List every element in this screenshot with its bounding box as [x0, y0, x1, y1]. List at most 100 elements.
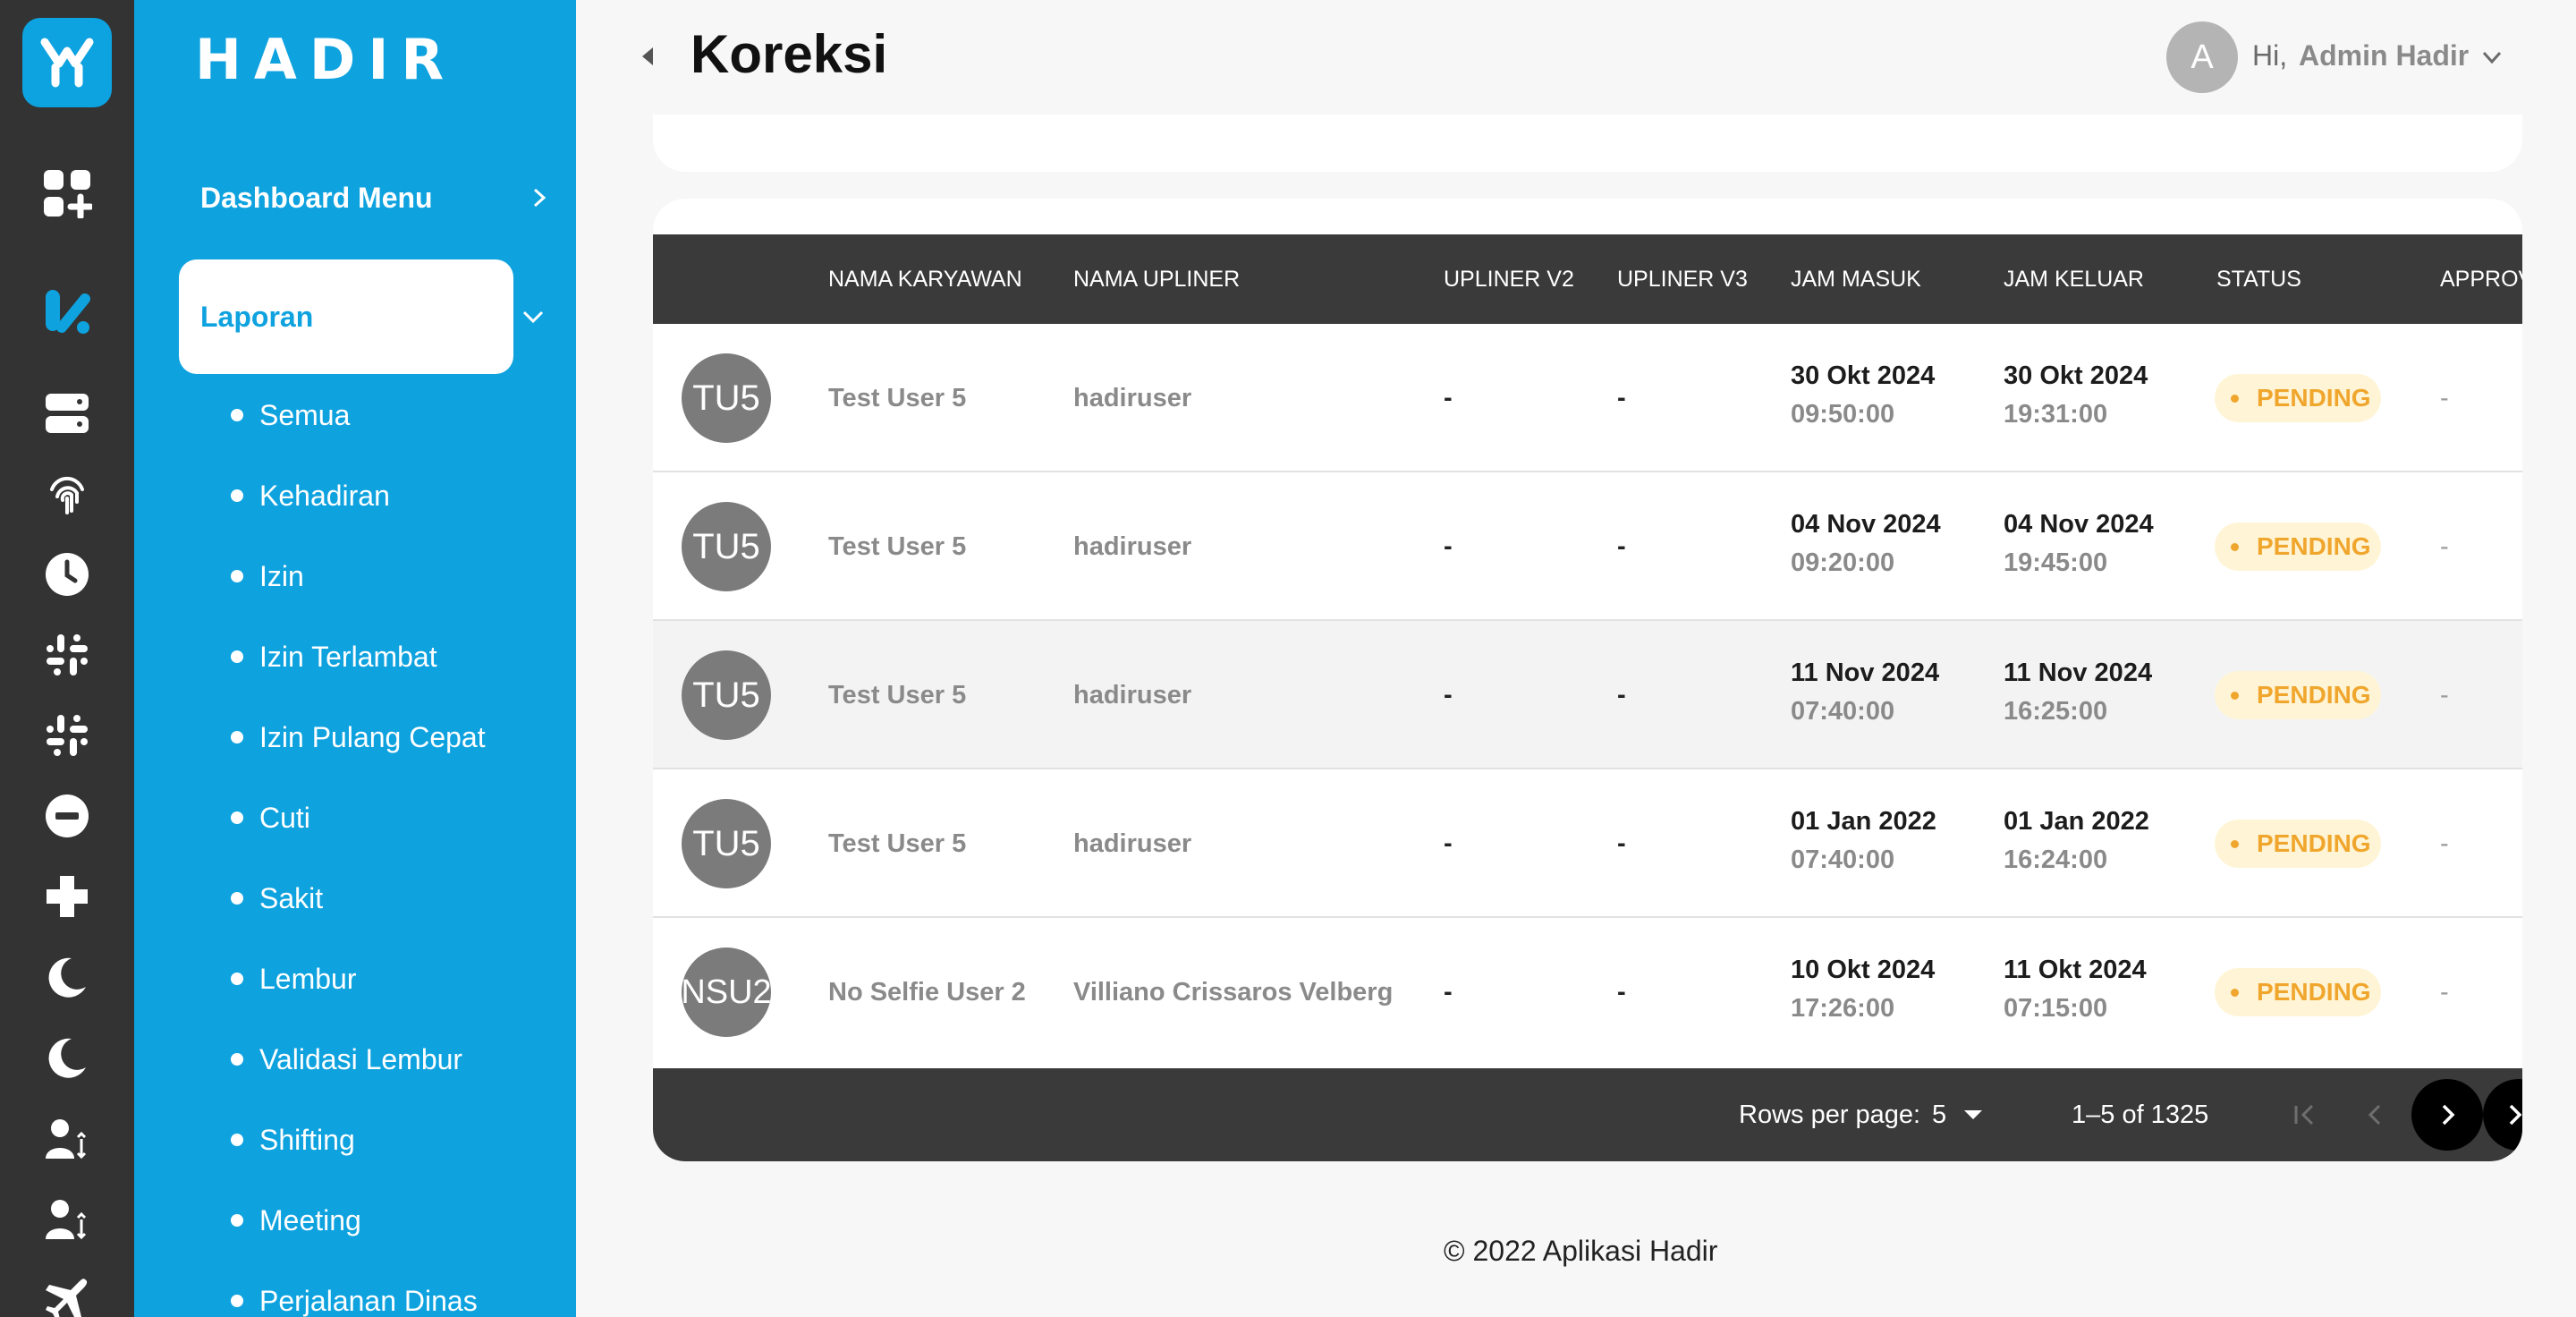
- sidebar-subitem-izin[interactable]: Izin: [231, 554, 304, 599]
- table-row[interactable]: TU5 Test User 5 hadiruser - - 04 Nov 202…: [653, 472, 2522, 621]
- sidebar-subitem-sakit[interactable]: Sakit: [231, 876, 323, 921]
- next-page-button[interactable]: [2411, 1079, 2483, 1151]
- sidebar-subitem-perjalanan-dinas[interactable]: Perjalanan Dinas: [231, 1279, 478, 1317]
- first-page-icon: [2294, 1104, 2314, 1126]
- cell-jam-keluar: 04 Nov 2024 19:45:00: [2004, 510, 2154, 578]
- sidebar-subitem-label: Izin Terlambat: [259, 640, 437, 673]
- cell-jam-keluar: 11 Okt 2024 07:15:00: [2004, 956, 2147, 1024]
- bullet-dot: [231, 409, 243, 421]
- cell-approv: -: [2440, 680, 2449, 709]
- sidebar-subitem-izin-pulang-cepat[interactable]: Izin Pulang Cepat: [231, 715, 486, 760]
- airplane-icon[interactable]: [40, 1272, 94, 1317]
- status-label: PENDING: [2257, 681, 2371, 709]
- moon-icon[interactable]: [40, 950, 94, 1004]
- slack-icon[interactable]: [40, 628, 94, 682]
- collapse-sidebar-icon[interactable]: [639, 45, 657, 68]
- sidebar-subitem-validasi-lembur[interactable]: Validasi Lembur: [231, 1037, 462, 1082]
- sidebar-item-laporan[interactable]: Laporan: [179, 259, 513, 374]
- rows-per-page-label: Rows per page:: [1739, 1100, 1921, 1129]
- chevron-down-icon[interactable]: [517, 301, 549, 333]
- sidebar-subitem-label: Izin: [259, 559, 304, 592]
- chevron-right-icon: [2442, 1104, 2455, 1126]
- table-row[interactable]: NSU2 No Selfie User 2 Villiano Crissaros…: [653, 918, 2522, 1066]
- dashboard-grid-icon[interactable]: [40, 166, 94, 220]
- icon-rail: [0, 0, 134, 1317]
- moon-icon[interactable]: [40, 1031, 94, 1084]
- date-text: 11 Nov 2024: [2004, 658, 2153, 687]
- time-text: 07:40:00: [1791, 697, 1895, 726]
- fingerprint-icon[interactable]: [40, 467, 94, 521]
- status-badge: PENDING: [2215, 374, 2381, 422]
- col-header-upliner-v2[interactable]: UPLINER V2: [1444, 234, 1574, 324]
- col-header-approv[interactable]: APPROV: [2440, 234, 2522, 324]
- cell-upliner-v2: -: [1444, 383, 1453, 412]
- bullet-dot: [231, 489, 243, 502]
- rows-per-page-select[interactable]: 5: [1932, 1068, 1983, 1161]
- col-header-nama-karyawan[interactable]: NAMA KARYAWAN: [828, 234, 1022, 324]
- bullet-dot: [231, 570, 243, 582]
- cell-approv: -: [2440, 531, 2449, 561]
- table-header: NAMA KARYAWAN NAMA UPLINER UPLINER V2 UP…: [653, 234, 2522, 324]
- user-transfer-icon[interactable]: [40, 1194, 94, 1247]
- user-transfer-icon[interactable]: [40, 1113, 94, 1167]
- bullet-dot: [231, 731, 243, 743]
- time-text: 19:31:00: [2004, 400, 2108, 429]
- chevron-down-icon[interactable]: [2479, 45, 2504, 70]
- status-label: PENDING: [2257, 978, 2371, 1006]
- status-label: PENDING: [2257, 384, 2371, 412]
- last-page-button[interactable]: [2483, 1079, 2522, 1151]
- date-text: 30 Okt 2024: [2004, 361, 2148, 390]
- cell-nama-karyawan: Test User 5: [828, 383, 967, 412]
- last-page-icon: [2509, 1104, 2522, 1126]
- col-header-jam-masuk[interactable]: JAM MASUK: [1791, 234, 1921, 324]
- first-page-button[interactable]: [2268, 1079, 2340, 1151]
- date-text: 04 Nov 2024: [1791, 510, 1941, 539]
- time-text: 07:15:00: [2004, 994, 2108, 1023]
- avatar[interactable]: A: [2166, 21, 2238, 93]
- col-header-status[interactable]: STATUS: [2216, 234, 2301, 324]
- clock-icon[interactable]: [40, 548, 94, 601]
- date-text: 04 Nov 2024: [2004, 510, 2154, 539]
- cell-upliner-v2: -: [1444, 828, 1453, 858]
- time-text: 19:45:00: [2004, 548, 2108, 577]
- app-logo-icon[interactable]: [22, 18, 112, 107]
- sidebar-subitem-semua[interactable]: Semua: [231, 393, 350, 438]
- user-menu-name[interactable]: Admin Hadir: [2299, 39, 2469, 72]
- report-icon[interactable]: [40, 285, 94, 338]
- cell-approv: -: [2440, 828, 2449, 858]
- cell-jam-keluar: 30 Okt 2024 19:31:00: [2004, 361, 2148, 429]
- cell-upliner-v2: -: [1444, 680, 1453, 709]
- table-row[interactable]: TU5 Test User 5 hadiruser - - 30 Okt 202…: [653, 324, 2522, 472]
- slack-icon[interactable]: [40, 709, 94, 762]
- table-row[interactable]: TU5 Test User 5 hadiruser - - 11 Nov 202…: [653, 621, 2522, 769]
- time-text: 16:24:00: [2004, 845, 2108, 874]
- sidebar-subitem-label: Cuti: [259, 801, 310, 834]
- sidebar-subitem-shifting[interactable]: Shifting: [231, 1117, 355, 1162]
- minus-circle-icon[interactable]: [40, 789, 94, 843]
- chevron-right-icon: [533, 188, 547, 208]
- plus-cross-icon[interactable]: [40, 870, 94, 923]
- status-dot: [2231, 394, 2239, 403]
- col-header-upliner-v3[interactable]: UPLINER V3: [1617, 234, 1748, 324]
- cell-nama-karyawan: No Selfie User 2: [828, 977, 1026, 1007]
- col-header-nama-upliner[interactable]: NAMA UPLINER: [1073, 234, 1240, 324]
- sidebar-item-label: Dashboard Menu: [200, 181, 433, 214]
- table-row[interactable]: TU5 Test User 5 hadiruser - - 01 Jan 202…: [653, 769, 2522, 918]
- sidebar-item-dashboard-menu[interactable]: Dashboard Menu: [200, 175, 549, 220]
- prev-page-button[interactable]: [2340, 1079, 2411, 1151]
- cell-upliner-v2: -: [1444, 977, 1453, 1007]
- sidebar-subitem-meeting[interactable]: Meeting: [231, 1198, 361, 1243]
- status-label: PENDING: [2257, 829, 2371, 857]
- col-header-jam-keluar[interactable]: JAM KELUAR: [2004, 234, 2144, 324]
- cell-jam-masuk: 10 Okt 2024 17:26:00: [1791, 956, 1935, 1024]
- sidebar-subitem-label: Meeting: [259, 1203, 361, 1236]
- sidebar-subitem-cuti[interactable]: Cuti: [231, 795, 310, 840]
- cell-nama-upliner: hadiruser: [1073, 383, 1192, 412]
- cell-jam-keluar: 01 Jan 2022 16:24:00: [2004, 807, 2149, 875]
- server-icon[interactable]: [40, 387, 94, 440]
- sidebar-subitem-label: Lembur: [259, 962, 357, 995]
- sidebar-subitem-kehadiran[interactable]: Kehadiran: [231, 473, 390, 518]
- sidebar-subitem-label: Shifting: [259, 1123, 355, 1156]
- sidebar-subitem-izin-terlambat[interactable]: Izin Terlambat: [231, 634, 437, 679]
- sidebar-subitem-lembur[interactable]: Lembur: [231, 956, 357, 1001]
